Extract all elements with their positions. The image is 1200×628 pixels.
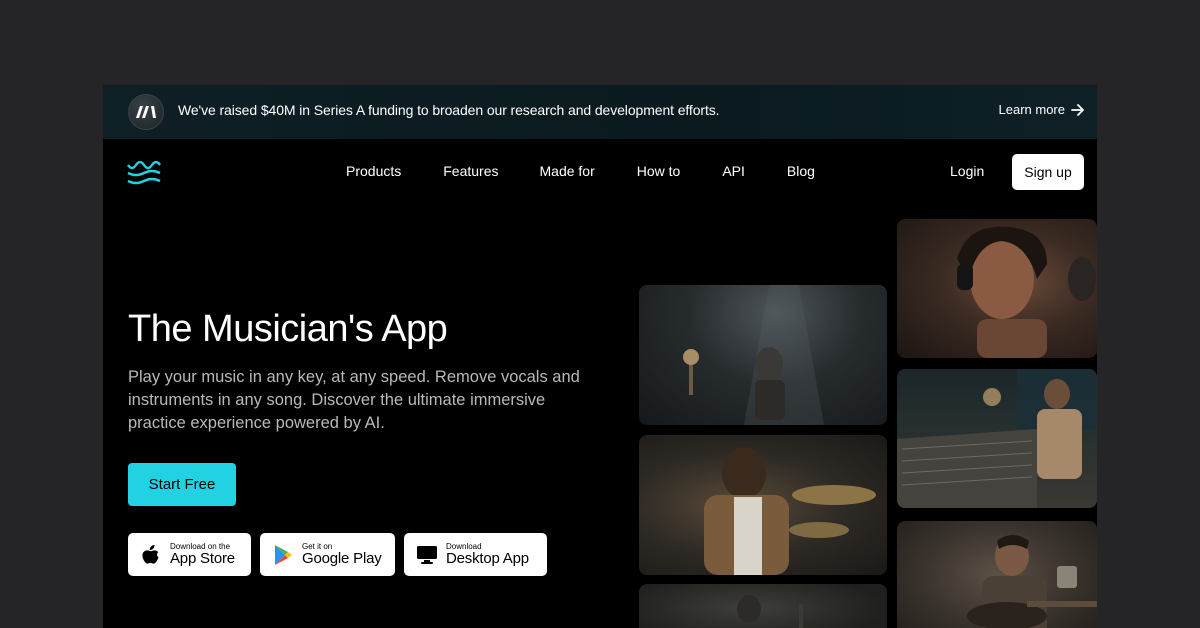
app-store-big-text: App Store (170, 550, 235, 567)
apple-icon (140, 544, 162, 566)
musician-photo-guitarist-electric (897, 521, 1097, 628)
banner-text: We've raised $40M in Series A funding to… (178, 102, 720, 118)
brand-logo-icon[interactable] (126, 161, 162, 185)
arrow-right-icon (1071, 103, 1084, 116)
desktop-icon (416, 544, 438, 566)
nav-item-made-for[interactable]: Made for (540, 163, 595, 179)
nav-item-features[interactable]: Features (443, 163, 498, 179)
desktop-app-big-text: Desktop App (446, 550, 529, 567)
app-store-button[interactable]: Download on the App Store (128, 533, 251, 576)
hero-title: The Musician's App (128, 308, 448, 350)
nav-links: Products Features Made for How to API Bl… (346, 163, 815, 179)
desktop-app-button[interactable]: Download Desktop App (404, 533, 547, 576)
musician-photo-guitarist-studio (639, 285, 887, 425)
learn-more-label: Learn more (998, 102, 1065, 117)
hero-subtitle: Play your music in any key, at any speed… (128, 368, 580, 432)
app-window: We've raised $40M in Series A funding to… (103, 85, 1097, 628)
top-navigation: Products Features Made for How to API Bl… (103, 139, 1097, 209)
nav-item-how-to[interactable]: How to (637, 163, 681, 179)
google-play-big-text: Google Play (302, 550, 382, 567)
sign-up-button[interactable]: Sign up (1012, 154, 1084, 190)
google-play-button[interactable]: Get it on Google Play (260, 533, 395, 576)
nav-item-blog[interactable]: Blog (787, 163, 815, 179)
google-play-icon (272, 544, 294, 566)
musician-photo-bottom (639, 584, 887, 628)
musician-photo-drummer (639, 435, 887, 575)
login-link[interactable]: Login (950, 163, 984, 179)
nav-item-api[interactable]: API (722, 163, 745, 179)
announcement-banner: We've raised $40M in Series A funding to… (103, 85, 1097, 139)
company-logo-icon (128, 94, 164, 130)
musician-photo-singer-headphones (897, 219, 1097, 358)
start-free-button[interactable]: Start Free (128, 463, 236, 506)
musician-photo-mixing-console (897, 369, 1097, 508)
nav-item-products[interactable]: Products (346, 163, 401, 179)
learn-more-link[interactable]: Learn more (999, 102, 1085, 117)
